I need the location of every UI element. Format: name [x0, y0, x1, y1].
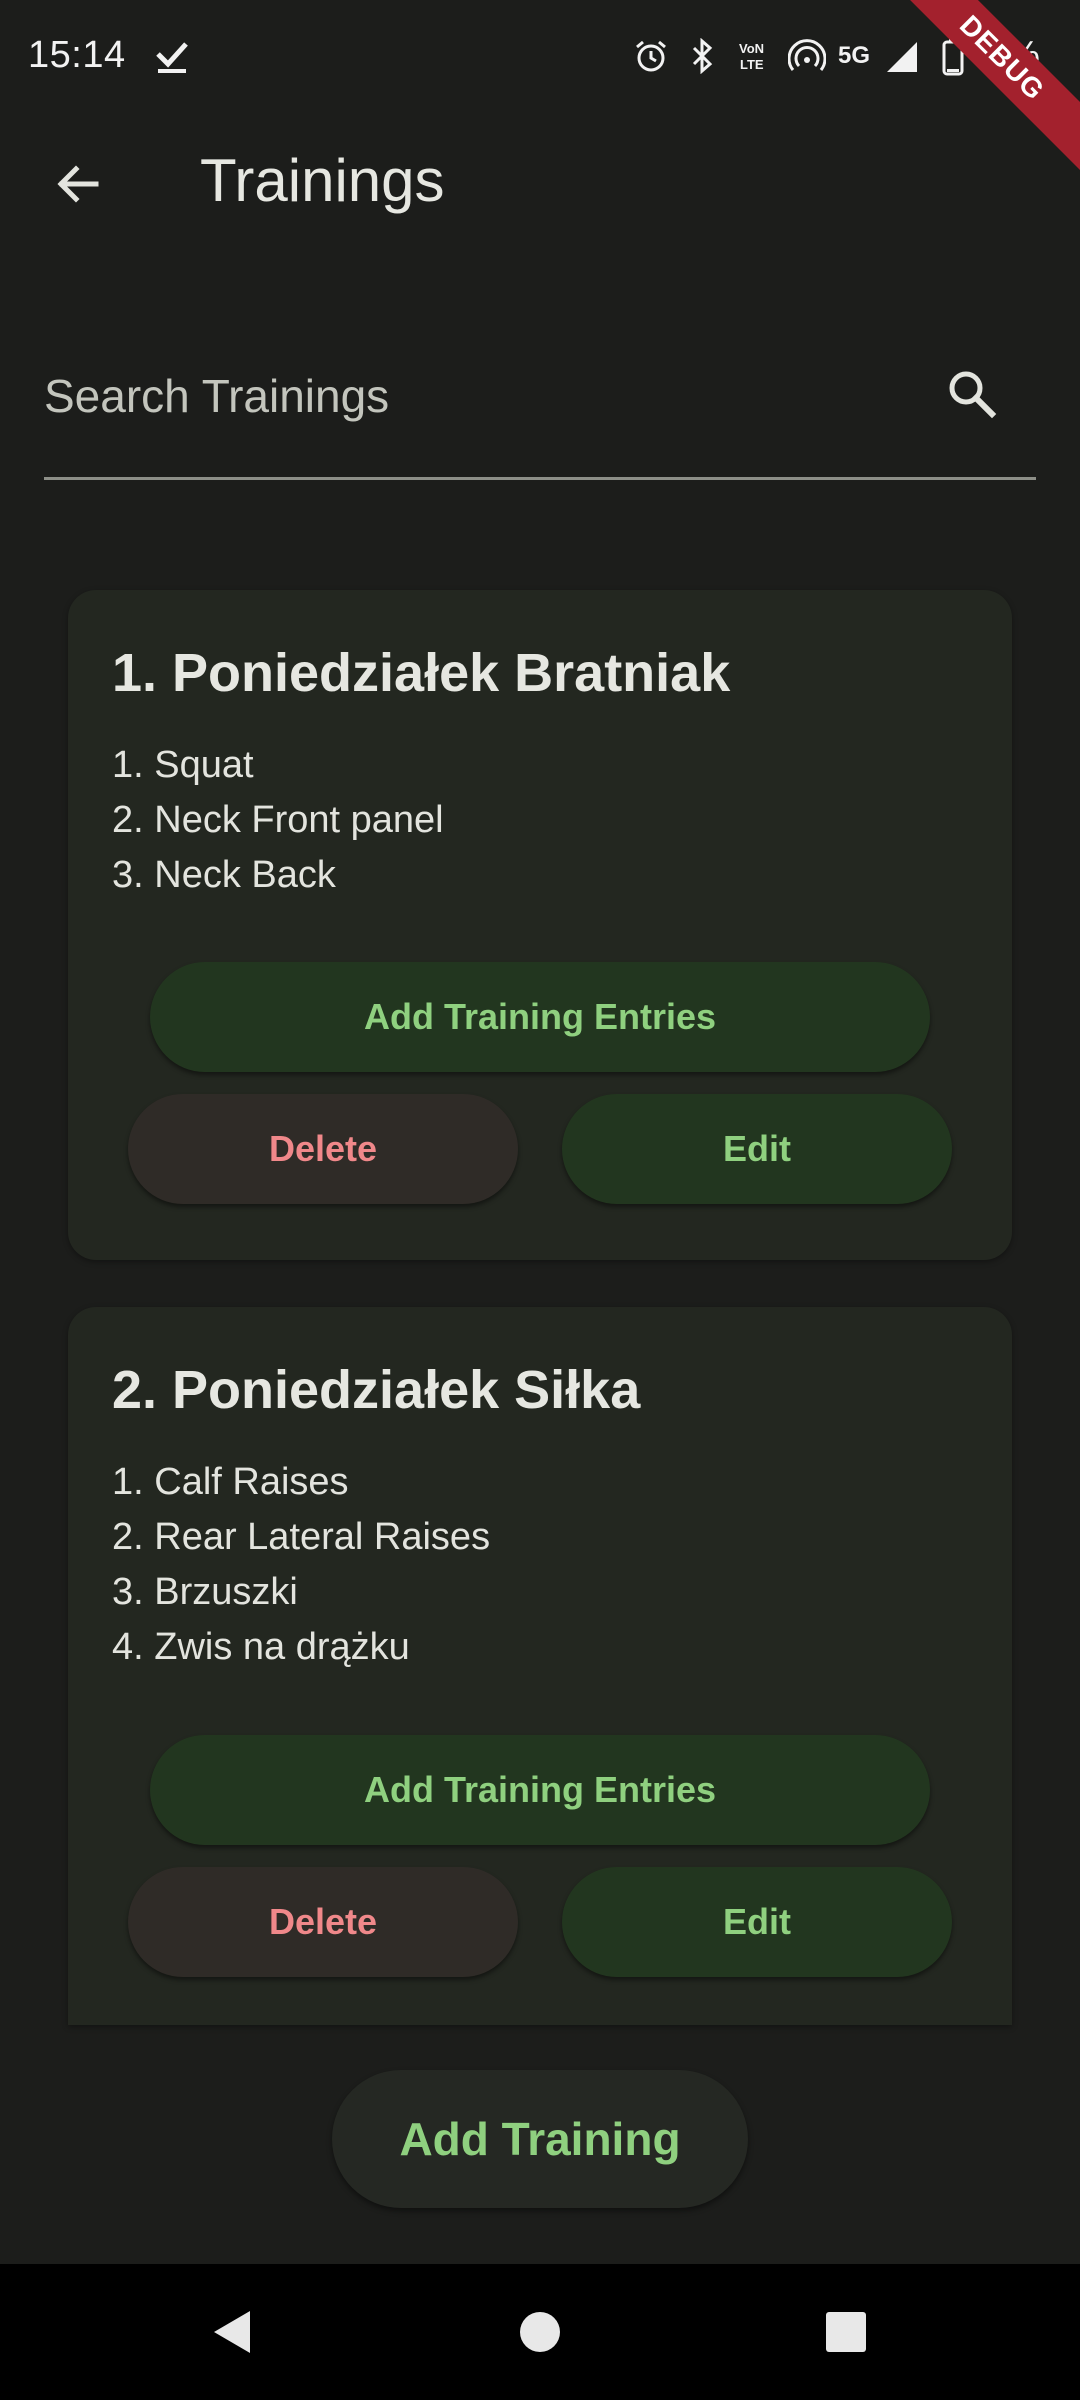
status-time: 15:14 [28, 34, 126, 76]
edit-button[interactable]: Edit [562, 1867, 952, 1977]
exercise-item: 3. Brzuszki [112, 1571, 298, 1613]
status-bar: 15:14 VoNLTE 5G 1% DEB [0, 0, 1080, 182]
training-title: 1. Poniedziałek Bratniak [112, 643, 731, 703]
training-title: 2. Poniedziałek Siłka [112, 1360, 641, 1420]
hotspot-icon [786, 35, 828, 77]
nav-back-button[interactable] [202, 2302, 262, 2362]
triangle-back-icon [214, 2311, 250, 2353]
alarm-icon [630, 35, 672, 77]
signal-icon [880, 35, 922, 77]
exercise-list: 1. Squat 2. Neck Front panel 3. Neck Bac… [112, 738, 444, 903]
delete-button[interactable]: Delete [128, 1867, 518, 1977]
svg-text:VoN: VoN [739, 41, 764, 56]
checkmark-icon [152, 36, 192, 76]
exercise-item: 3. Neck Back [112, 854, 336, 896]
svg-text:LTE: LTE [740, 57, 764, 72]
search-icon[interactable] [936, 358, 1008, 430]
edit-button[interactable]: Edit [562, 1094, 952, 1204]
screen: 15:14 VoNLTE 5G 1% DEB [0, 0, 1080, 2400]
circle-home-icon [520, 2312, 560, 2352]
nav-home-button[interactable] [510, 2302, 570, 2362]
add-training-button[interactable]: Add Training [332, 2070, 748, 2208]
exercise-item: 2. Neck Front panel [112, 799, 444, 841]
back-button[interactable] [36, 142, 120, 226]
add-training-entries-button[interactable]: Add Training Entries [150, 962, 930, 1072]
exercise-item: 1. Calf Raises [112, 1461, 349, 1503]
exercise-list: 1. Calf Raises 2. Rear Lateral Raises 3.… [112, 1455, 490, 1675]
exercise-item: 4. Zwis na drążku [112, 1626, 410, 1668]
page-title: Trainings [200, 147, 445, 214]
training-card: 1. Poniedziałek Bratniak 1. Squat 2. Nec… [68, 590, 1012, 1260]
network-type: 5G [838, 42, 871, 69]
delete-button[interactable]: Delete [128, 1094, 518, 1204]
search-input[interactable] [44, 356, 904, 436]
nav-recents-button[interactable] [816, 2302, 876, 2362]
arrow-back-icon [57, 165, 99, 203]
volte-icon: VoN LTE [734, 35, 776, 77]
app-bar: Trainings [0, 116, 1080, 240]
search-bar [44, 330, 1036, 480]
square-recents-icon [826, 2312, 866, 2352]
exercise-item: 1. Squat [112, 744, 254, 786]
exercise-item: 2. Rear Lateral Raises [112, 1516, 491, 1558]
add-training-entries-button[interactable]: Add Training Entries [150, 1735, 930, 1845]
system-nav-bar [0, 2264, 1080, 2400]
status-icons: VoN LTE 5G [630, 30, 974, 82]
training-card: 2. Poniedziałek Siłka 1. Calf Raises 2. … [68, 1307, 1012, 2025]
bluetooth-icon [682, 35, 724, 77]
